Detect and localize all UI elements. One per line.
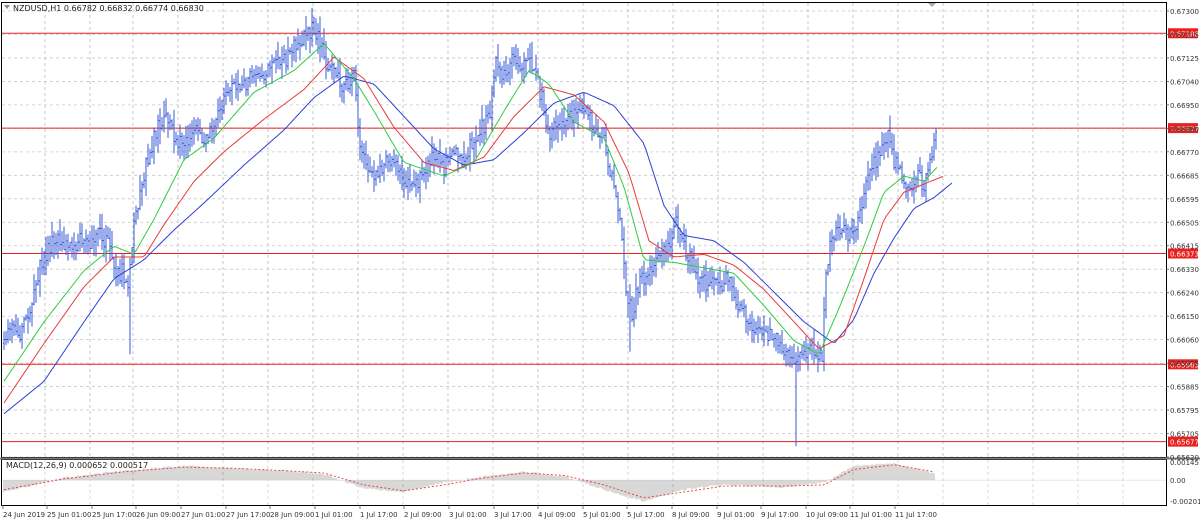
y-tick-label: 0.66950	[1170, 102, 1199, 110]
x-tick-label: 3 Jul 01:00	[449, 511, 487, 519]
x-tick-label: 24 Jun 2019	[3, 511, 45, 519]
y-tick-label: 0.66860	[1170, 125, 1199, 133]
y-tick-label: 0.65795	[1170, 407, 1199, 415]
x-tick-label: 28 Jun 09:00	[270, 511, 314, 519]
y-tick-label: 0.65705	[1170, 431, 1199, 439]
y-tick-label: 0.66505	[1170, 219, 1199, 227]
y-tick-label: 0.66060	[1170, 337, 1199, 345]
y-tick-label: 0.66685	[1170, 172, 1199, 180]
x-tick-label: 25 Jun 17:00	[92, 511, 136, 519]
x-tick-label: 10 Jul 09:00	[806, 511, 848, 519]
x-tick-label: 8 Jul 09:00	[672, 511, 710, 519]
x-tick-label: 1 Jul 17:00	[360, 511, 398, 519]
y-tick-label: 0.65975	[1170, 360, 1199, 368]
price-chart[interactable]: 0.671880.668370.663730.659630.65677 0.00…	[0, 0, 1200, 523]
x-tick-label: 11 Jul 17:00	[895, 511, 937, 519]
y-tick-label: 0.66240	[1170, 290, 1199, 298]
x-tick-label: 1 Jul 01:00	[315, 511, 353, 519]
chart-window[interactable]: 0.67188 0.66837 0.66373 0.65963 0.65677 0.00…	[0, 0, 1200, 523]
symbol-header: NZDUSD,H1 0.66782 0.66832 0.66774 0.6683…	[13, 4, 204, 13]
x-tick-label: 9 Jul 17:00	[761, 511, 799, 519]
x-tick-label: 9 Jul 01:00	[717, 511, 755, 519]
x-tick-label: 2 Jul 09:00	[404, 511, 442, 519]
macd-y-tick-label: 0.00	[1170, 477, 1186, 485]
x-tick-label: 25 Jun 01:00	[47, 511, 91, 519]
x-tick-label: 11 Jul 01:00	[850, 511, 892, 519]
y-tick-label: 0.65620	[1170, 454, 1199, 462]
level-tag-label: 0.66373	[1170, 251, 1199, 259]
y-tick-label: 0.66330	[1170, 266, 1199, 274]
y-tick-label: 0.66595	[1170, 196, 1199, 204]
y-tick-label: 0.66415	[1170, 243, 1199, 251]
macd-header: MACD(12,26,9) 0.000652 0.000517	[6, 461, 148, 470]
x-tick-label: 3 Jul 17:00	[494, 511, 532, 519]
y-tick-label: 0.67040	[1170, 78, 1199, 86]
y-tick-label: 0.67215	[1170, 31, 1199, 39]
y-tick-label: 0.66150	[1170, 313, 1199, 321]
x-tick-label: 5 Jul 01:00	[583, 511, 621, 519]
x-tick-label: 27 Jun 01:00	[181, 511, 225, 519]
y-tick-label: 0.65885	[1170, 384, 1199, 392]
x-tick-label: 5 Jul 17:00	[627, 511, 665, 519]
macd-y-tick-label: -0.002017	[1170, 498, 1200, 506]
level-tag-label: 0.65677	[1170, 439, 1199, 447]
x-tick-label: 26 Jun 09:00	[136, 511, 180, 519]
x-tick-label: 4 Jul 09:00	[538, 511, 576, 519]
x-tick-label: 27 Jun 17:00	[226, 511, 270, 519]
y-tick-label: 0.67300	[1170, 8, 1199, 16]
y-tick-label: 0.67125	[1170, 55, 1199, 63]
y-tick-label: 0.66770	[1170, 149, 1199, 157]
